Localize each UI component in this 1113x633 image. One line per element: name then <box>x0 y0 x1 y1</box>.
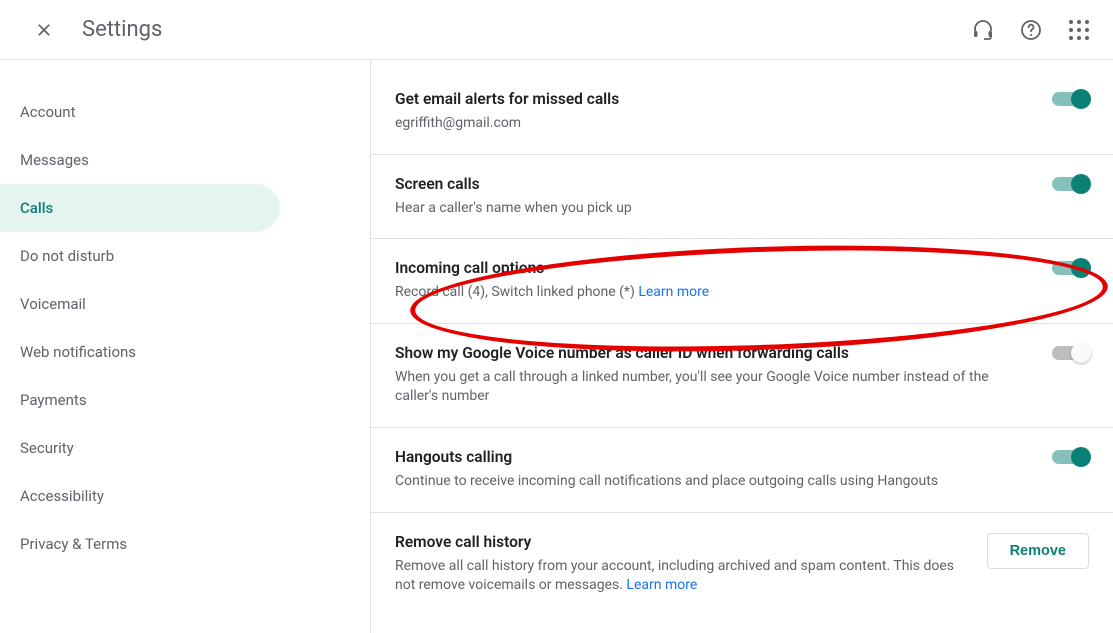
remove-button[interactable]: Remove <box>987 533 1089 569</box>
setting-title: Show my Google Voice number as caller ID… <box>395 344 1028 362</box>
setting-title: Hangouts calling <box>395 448 1028 466</box>
toggle-email-alerts[interactable] <box>1052 92 1089 106</box>
setting-title: Remove call history <box>395 533 963 551</box>
close-icon <box>35 21 53 39</box>
toggle-screen-calls[interactable] <box>1052 177 1089 191</box>
close-button[interactable] <box>24 10 64 50</box>
sidebar-item-calls[interactable]: Calls <box>0 184 280 232</box>
setting-desc: Remove all call history from your accoun… <box>395 557 963 596</box>
setting-title: Incoming call options <box>395 259 1028 277</box>
apps-icon <box>1069 20 1089 40</box>
sidebar: Account Messages Calls Do not disturb Vo… <box>0 60 370 633</box>
learn-more-link[interactable]: Learn more <box>626 577 697 593</box>
toggle-incoming-options[interactable] <box>1052 261 1089 275</box>
setting-hangouts-calling: Hangouts calling Continue to receive inc… <box>371 428 1113 513</box>
sidebar-item-dnd[interactable]: Do not disturb <box>0 232 280 280</box>
setting-desc: Record call (4), Switch linked phone (*)… <box>395 283 1028 303</box>
desc-text: Record call (4), Switch linked phone (*) <box>395 284 638 300</box>
setting-email-alerts: Get email alerts for missed calls egriff… <box>371 60 1113 155</box>
apps-button[interactable] <box>1059 10 1099 50</box>
sidebar-item-payments[interactable]: Payments <box>0 376 280 424</box>
setting-desc: When you get a call through a linked num… <box>395 368 1028 407</box>
setting-screen-calls: Screen calls Hear a caller's name when y… <box>371 155 1113 240</box>
settings-panel: Get email alerts for missed calls egriff… <box>370 60 1113 633</box>
sidebar-item-account[interactable]: Account <box>0 88 280 136</box>
setting-title: Screen calls <box>395 175 1028 193</box>
setting-desc: Continue to receive incoming call notifi… <box>395 472 1028 492</box>
setting-desc: Hear a caller's name when you pick up <box>395 199 1028 219</box>
sidebar-item-privacy-terms[interactable]: Privacy & Terms <box>0 520 280 568</box>
sidebar-item-security[interactable]: Security <box>0 424 280 472</box>
sidebar-item-voicemail[interactable]: Voicemail <box>0 280 280 328</box>
sidebar-item-accessibility[interactable]: Accessibility <box>0 472 280 520</box>
learn-more-link[interactable]: Learn more <box>638 284 709 300</box>
setting-remove-history: Remove call history Remove all call hist… <box>371 513 1113 616</box>
headset-icon <box>971 18 995 42</box>
toggle-hangouts-calling[interactable] <box>1052 450 1089 464</box>
header-bar: Settings <box>0 0 1113 60</box>
setting-incoming-options: Incoming call options Record call (4), S… <box>371 239 1113 324</box>
page-title: Settings <box>82 17 162 42</box>
support-button[interactable] <box>963 10 1003 50</box>
help-button[interactable] <box>1011 10 1051 50</box>
toggle-caller-id[interactable] <box>1052 346 1089 360</box>
setting-desc: egriffith@gmail.com <box>395 114 1028 134</box>
sidebar-item-messages[interactable]: Messages <box>0 136 280 184</box>
setting-caller-id: Show my Google Voice number as caller ID… <box>371 324 1113 428</box>
help-icon <box>1019 18 1043 42</box>
sidebar-item-web-notifications[interactable]: Web notifications <box>0 328 280 376</box>
setting-title: Get email alerts for missed calls <box>395 90 1028 108</box>
